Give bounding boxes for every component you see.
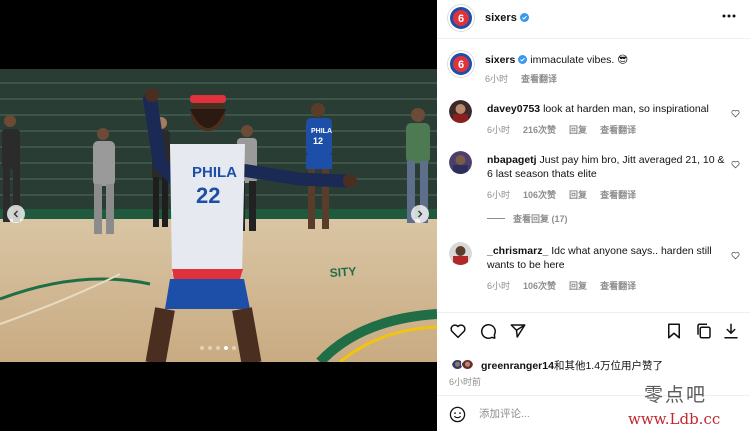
comment-meta: 6小时 106次赞 回复 查看翻译: [487, 188, 636, 201]
avatar-image: [449, 100, 472, 123]
commenter-avatar[interactable]: [449, 100, 472, 123]
comment-time: 6小时: [487, 281, 511, 291]
paper-plane-icon: [510, 324, 526, 338]
download-icon: [724, 323, 738, 339]
logo-number: 6: [458, 13, 464, 25]
commenter-avatar[interactable]: [449, 151, 472, 174]
account-name[interactable]: sixers: [485, 12, 529, 24]
comment-body: davey0753 look at harden man, so inspira…: [487, 102, 727, 116]
logo-number: 6: [458, 59, 464, 71]
chevron-right-icon: [418, 210, 423, 218]
more-options-icon[interactable]: [722, 13, 736, 19]
watermark-url: www.Ldb.cc: [628, 410, 721, 428]
download-button[interactable]: [722, 322, 740, 340]
likes-text: greenranger14和其他1.4万位用户赞了: [481, 358, 663, 373]
watermark-chinese: 零点吧: [644, 384, 708, 406]
carousel-dot-active: [224, 346, 228, 350]
verified-badge-icon: [518, 55, 528, 64]
post-photo: SITY PHILA 12 PHILA 22: [0, 69, 437, 362]
back-jersey-number: 12: [313, 136, 323, 146]
share-button[interactable]: [509, 322, 527, 340]
comment-body: nbapagetj Just pay him bro, Jitt average…: [487, 153, 727, 181]
like-comment-heart-icon[interactable]: [731, 251, 740, 260]
heart-icon: [450, 324, 466, 339]
translate-link[interactable]: 查看翻译: [600, 188, 636, 201]
like-comment-heart-icon[interactable]: [731, 160, 740, 169]
gym-scene: SITY PHILA 12 PHILA 22: [0, 69, 437, 362]
caption-avatar[interactable]: 6: [447, 50, 475, 78]
carousel-dot: [200, 346, 204, 350]
carousel-dot: [208, 346, 212, 350]
comment-meta: 6小时 216次赞 回复 查看翻译: [487, 123, 636, 136]
view-replies-button[interactable]: 查看回复 (17): [487, 212, 568, 225]
comment-time: 6小时: [487, 125, 511, 135]
avatar-image: [449, 151, 472, 174]
emoji-icon[interactable]: [449, 406, 466, 423]
post-media: SITY PHILA 12 PHILA 22: [0, 0, 437, 431]
reply-button[interactable]: 回复: [569, 188, 587, 201]
chevron-left-icon: [13, 210, 18, 218]
account-avatar[interactable]: 6: [447, 4, 475, 32]
comment-text: look at harden man, so inspirational: [543, 103, 709, 115]
post-header: 6 sixers: [437, 0, 750, 39]
comments-list: 6 sixers immaculate vibes. 😎 6小时 查看翻译 da…: [437, 40, 750, 312]
reply-button[interactable]: 回复: [569, 279, 587, 292]
sixers-logo-icon: 6: [447, 4, 475, 32]
likes-count-text: 和其他1.4万位用户赞了: [553, 360, 664, 372]
liker-username[interactable]: greenranger14: [481, 360, 554, 372]
like-button[interactable]: [449, 322, 467, 340]
comment-bubble-icon: [481, 324, 496, 339]
carousel-dot: [232, 346, 236, 350]
verified-badge-icon: [519, 13, 529, 22]
comment-likes[interactable]: 216次赞: [523, 123, 556, 136]
sixers-logo-icon: 6: [447, 50, 475, 78]
caption-username[interactable]: sixers: [485, 54, 515, 66]
reply-button[interactable]: 回复: [569, 123, 587, 136]
comment-likes[interactable]: 106次赞: [523, 279, 556, 292]
replies-divider: [487, 218, 505, 219]
view-replies-label: 查看回复 (17): [513, 214, 568, 224]
post-side-panel: 6 sixers 6 sixers immaculate vibes. 😎 6小…: [437, 0, 750, 431]
caption-meta: 6小时 查看翻译: [485, 72, 557, 85]
comment-body: _chrismarz_ Idc what anyone says.. harde…: [487, 244, 727, 272]
account-name-text: sixers: [485, 12, 517, 24]
comment-username[interactable]: davey0753: [487, 103, 540, 115]
bookmark-icon: [668, 323, 680, 339]
translate-link[interactable]: 查看翻译: [600, 279, 636, 292]
comment-likes[interactable]: 106次赞: [523, 188, 556, 201]
carousel-dots: [200, 346, 236, 350]
next-image-button[interactable]: [411, 205, 429, 223]
likes-summary[interactable]: greenranger14和其他1.4万位用户赞了: [437, 356, 750, 372]
comment-time: 6小时: [487, 190, 511, 200]
action-bar: [437, 312, 750, 350]
caption-body: sixers immaculate vibes. 😎: [485, 53, 725, 67]
caption-text: immaculate vibes. 😎: [530, 54, 629, 66]
comment-meta: 6小时 106次赞 回复 查看翻译: [487, 279, 636, 292]
liker-avatar: [461, 357, 474, 370]
comment-username[interactable]: nbapagetj: [487, 154, 537, 166]
save-button[interactable]: [665, 322, 683, 340]
carousel-dot: [216, 346, 220, 350]
copy-button[interactable]: [695, 322, 713, 340]
like-comment-heart-icon[interactable]: [731, 109, 740, 118]
caption-translate-link[interactable]: 查看翻译: [521, 72, 557, 85]
svg-text:SITY: SITY: [329, 264, 357, 280]
copy-icon: [697, 323, 711, 339]
translate-link[interactable]: 查看翻译: [600, 123, 636, 136]
post-timestamp: 6小时前: [449, 377, 482, 387]
avatar-image: [449, 242, 472, 265]
commenter-avatar[interactable]: [449, 242, 472, 265]
jersey-number: 22: [196, 183, 220, 208]
back-jersey-text: PHILA: [311, 128, 332, 135]
jersey-text: PHILA: [192, 164, 237, 181]
comment-button[interactable]: [479, 322, 497, 340]
previous-image-button[interactable]: [7, 205, 25, 223]
caption-time: 6小时: [485, 74, 509, 84]
comment-username[interactable]: _chrismarz_: [487, 245, 548, 257]
